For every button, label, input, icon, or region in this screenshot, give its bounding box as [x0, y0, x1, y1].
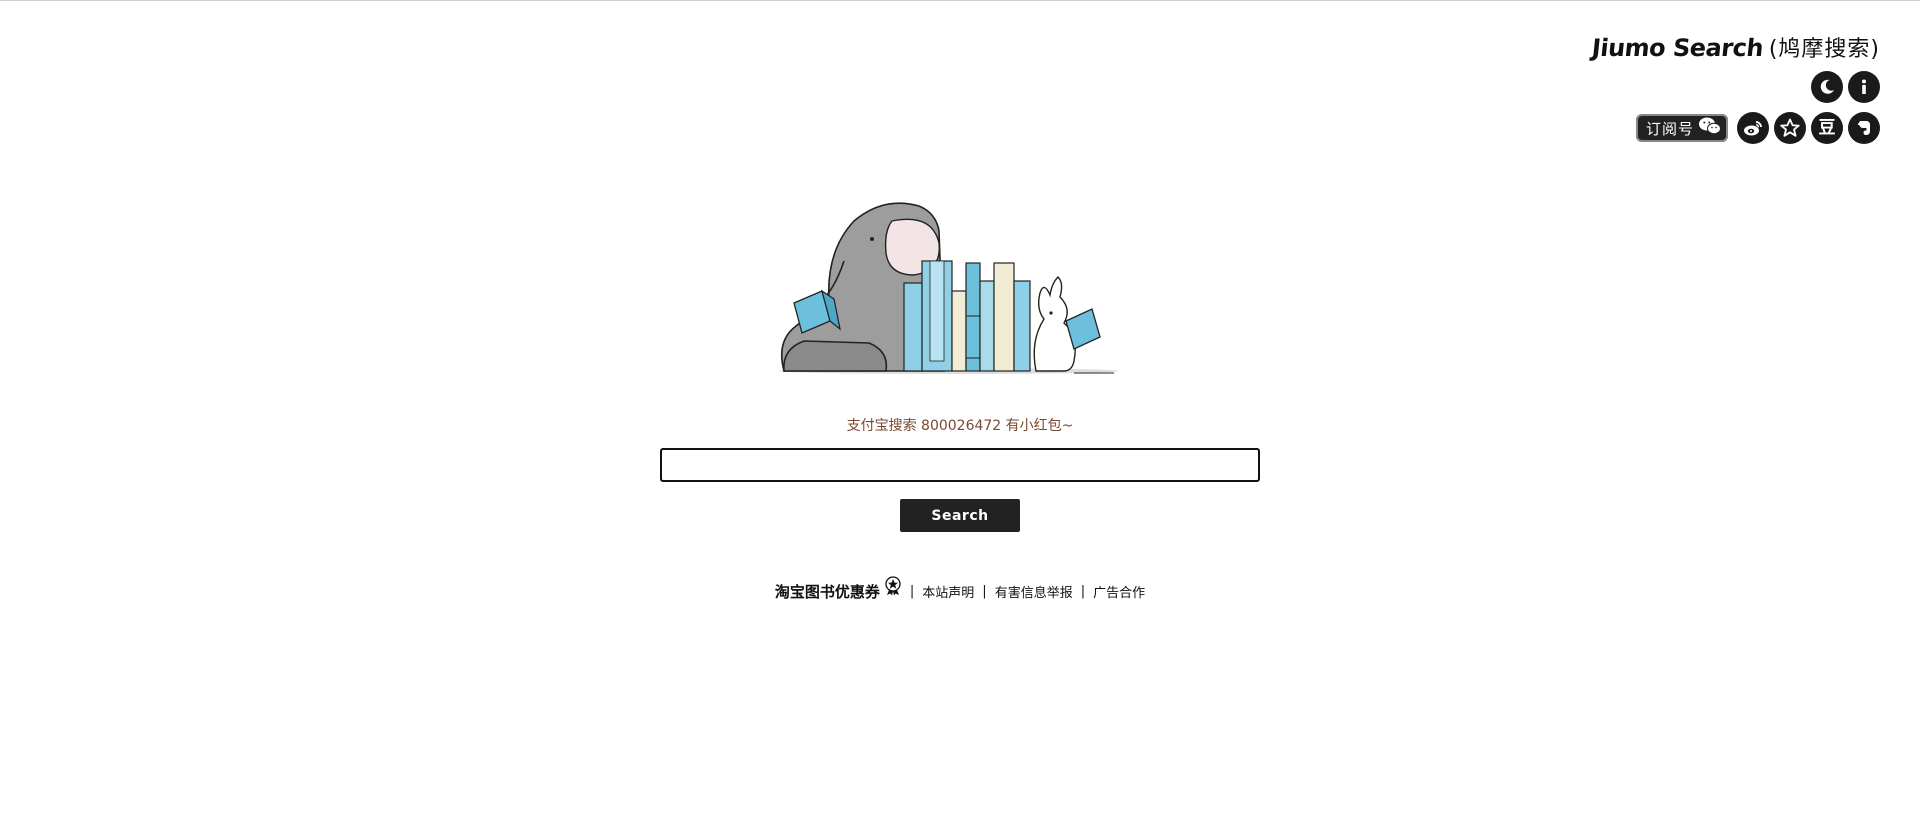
toolbar-row-1: [1811, 71, 1880, 103]
star-icon[interactable]: [1774, 112, 1806, 144]
brand-subtitle: (鸠摩搜索): [1768, 37, 1880, 62]
elephant-rabbit-books-illustration: [774, 191, 1126, 387]
moon-icon[interactable]: [1811, 71, 1843, 103]
promo-text: 支付宝搜索 800026472 有小红包~: [846, 418, 1074, 434]
subscribe-label: 订阅号: [1645, 119, 1694, 138]
statement-link[interactable]: 本站声明: [922, 582, 974, 601]
brand-logo[interactable]: Jiumo Search (鸠摩搜索): [1590, 31, 1880, 63]
douban-icon[interactable]: 豆: [1811, 112, 1843, 144]
wechat-icon: [1698, 116, 1722, 140]
footer-separator: |: [909, 584, 915, 599]
evernote-icon[interactable]: [1848, 112, 1880, 144]
footer-separator: |: [982, 584, 987, 599]
search-input[interactable]: [660, 448, 1260, 482]
badge-icon: [884, 575, 902, 600]
info-icon[interactable]: [1848, 71, 1880, 103]
subscribe-button[interactable]: 订阅号: [1635, 114, 1728, 142]
brand-title: Jiumo Search: [1590, 34, 1765, 62]
douban-glyph: 豆: [1818, 117, 1836, 138]
toolbar-row-2: 订阅号 豆: [1635, 112, 1880, 144]
search-button[interactable]: Search: [900, 499, 1020, 532]
weibo-icon[interactable]: [1737, 112, 1769, 144]
coupon-link[interactable]: 淘宝图书优惠券: [775, 581, 880, 602]
footer-separator: |: [1080, 584, 1086, 599]
footer-links: 淘宝图书优惠券 | 本站声明 | 有害信息举报 | 广告合作: [0, 575, 1920, 602]
ad-cooperation-link[interactable]: 广告合作: [1093, 582, 1145, 601]
report-link[interactable]: 有害信息举报: [995, 582, 1073, 601]
